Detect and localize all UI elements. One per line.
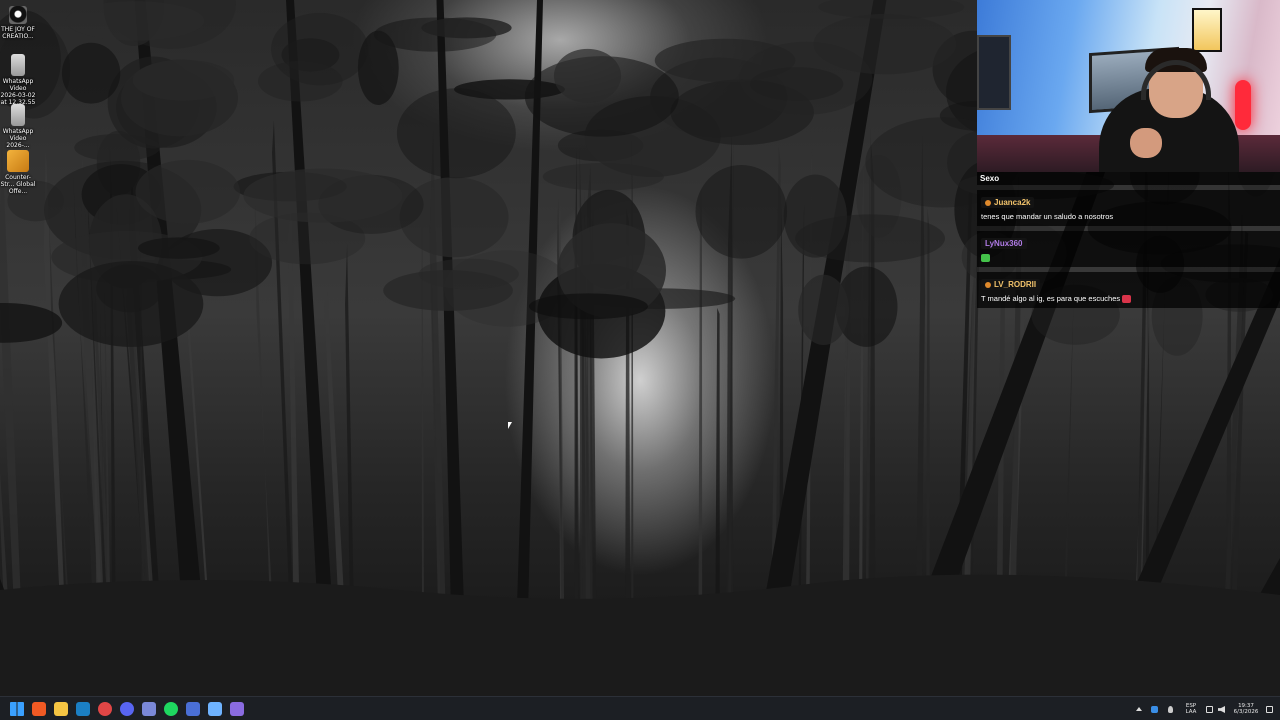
joy-of-creation-icon <box>9 6 27 24</box>
chat-username: Juanca2k <box>981 197 1035 208</box>
canopy-foliage <box>695 164 788 259</box>
webcam-overlay <box>977 0 1280 172</box>
chat-title: Sexo <box>977 172 1280 185</box>
volume-icon[interactable] <box>1218 706 1225 713</box>
chat-username: LV_RODRII <box>981 279 1041 290</box>
chat-message: LV_RODRII T mandé algo al ig, es para qu… <box>977 272 1280 308</box>
chat-username-text: LV_RODRII <box>994 280 1037 289</box>
canopy-foliage <box>58 261 204 347</box>
canopy-foliage <box>137 237 220 259</box>
clock-date: 6/3/2026 <box>1233 709 1259 715</box>
desktop-icon-joy-of-creation[interactable]: THE JOY OF CREATIO... <box>0 6 36 40</box>
taskbar: ESP LAA 19:37 6/3/2026 <box>0 696 1280 720</box>
file-explorer-icon[interactable] <box>54 702 68 716</box>
canopy-foliage <box>421 17 512 39</box>
desktop-icon-label: WhatsApp Video 2026-03-02 at 12.32.55 <box>0 78 36 106</box>
chrome-icon[interactable] <box>98 702 112 716</box>
canopy-foliage <box>418 258 519 290</box>
steam-tray-icon[interactable] <box>1151 706 1158 713</box>
brave-browser-icon[interactable] <box>32 702 46 716</box>
obs-like-icon[interactable] <box>230 702 244 716</box>
network-icon[interactable] <box>1206 706 1213 713</box>
canopy-foliage <box>357 30 399 105</box>
video-file-icon <box>11 104 25 126</box>
canopy-foliage <box>553 48 622 103</box>
desktop-icon-label: WhatsApp Video 2026-... <box>2 128 34 149</box>
csgo-icon <box>7 150 29 172</box>
red-emote-icon <box>1122 295 1132 304</box>
canopy-foliage <box>396 88 516 179</box>
desktop-icon-label: THE JOY OF CREATIO... <box>1 26 35 40</box>
video-file-icon <box>11 54 25 76</box>
forest-floor <box>0 574 1280 696</box>
mouse-cursor-icon <box>508 422 512 429</box>
canopy-foliage <box>135 159 240 224</box>
chat-message-text: T mandé algo al ig, es para que escuches <box>981 293 1276 305</box>
chat-message-content: T mandé algo al ig, es para que escuches <box>981 294 1121 303</box>
spotify-icon[interactable] <box>164 702 178 716</box>
canopy-foliage <box>65 1 205 41</box>
canopy-foliage <box>795 214 946 263</box>
chat-message: Juanca2k tenes que mandar un saludo a no… <box>977 190 1280 226</box>
canopy-foliage <box>798 274 849 346</box>
canopy-foliage <box>528 293 648 320</box>
chat-message: LyNux360 <box>977 231 1280 267</box>
clock[interactable]: 19:37 6/3/2026 <box>1228 703 1264 715</box>
steam-icon[interactable] <box>76 702 90 716</box>
canopy-foliage <box>132 59 235 101</box>
canopy-foliage <box>271 12 369 86</box>
canopy-foliage <box>61 42 121 104</box>
subscriber-badge-icon <box>985 281 991 288</box>
desktop-icon-whatsapp-video-2[interactable]: WhatsApp Video 2026-... <box>0 104 36 149</box>
chat-username-text: Juanca2k <box>994 198 1031 207</box>
microphone-icon[interactable] <box>1168 706 1173 713</box>
start-button[interactable] <box>10 702 24 716</box>
chat-message-text <box>981 252 1276 264</box>
led-light <box>1235 80 1251 130</box>
green-emote-icon <box>981 254 990 263</box>
chat-username-text: LyNux360 <box>985 239 1023 248</box>
vpn-icon[interactable] <box>186 702 200 716</box>
desktop-icon-csgo[interactable]: Counter-Str... Global Offe... <box>0 150 36 195</box>
streamer-hand <box>1130 128 1162 158</box>
stream-chat: Sexo Juanca2k tenes que mandar un saludo… <box>977 172 1280 308</box>
monitor <box>977 35 1011 110</box>
discord-icon[interactable] <box>120 702 134 716</box>
canopy-foliage <box>739 41 873 115</box>
language-bottom: LAA <box>1185 709 1197 715</box>
notifications-icon[interactable] <box>1266 706 1273 713</box>
chat-username: LyNux360 <box>981 238 1027 249</box>
chat-message-text: tenes que mandar un saludo a nosotros <box>981 212 1114 221</box>
desktop-icon-label: Counter-Str... Global Offe... <box>0 174 36 195</box>
network-tool-icon[interactable] <box>208 702 222 716</box>
subscriber-badge-icon <box>985 199 991 206</box>
canopy-foliage <box>818 0 965 19</box>
desktop-icon-whatsapp-video-1[interactable]: WhatsApp Video 2026-03-02 at 12.32.55 <box>0 54 36 106</box>
app-window-icon[interactable] <box>142 702 156 716</box>
chevron-up-icon[interactable] <box>1136 707 1142 711</box>
lamp <box>1192 8 1222 52</box>
language-indicator[interactable]: ESP LAA <box>1184 703 1198 715</box>
canopy-foliage <box>243 168 403 223</box>
